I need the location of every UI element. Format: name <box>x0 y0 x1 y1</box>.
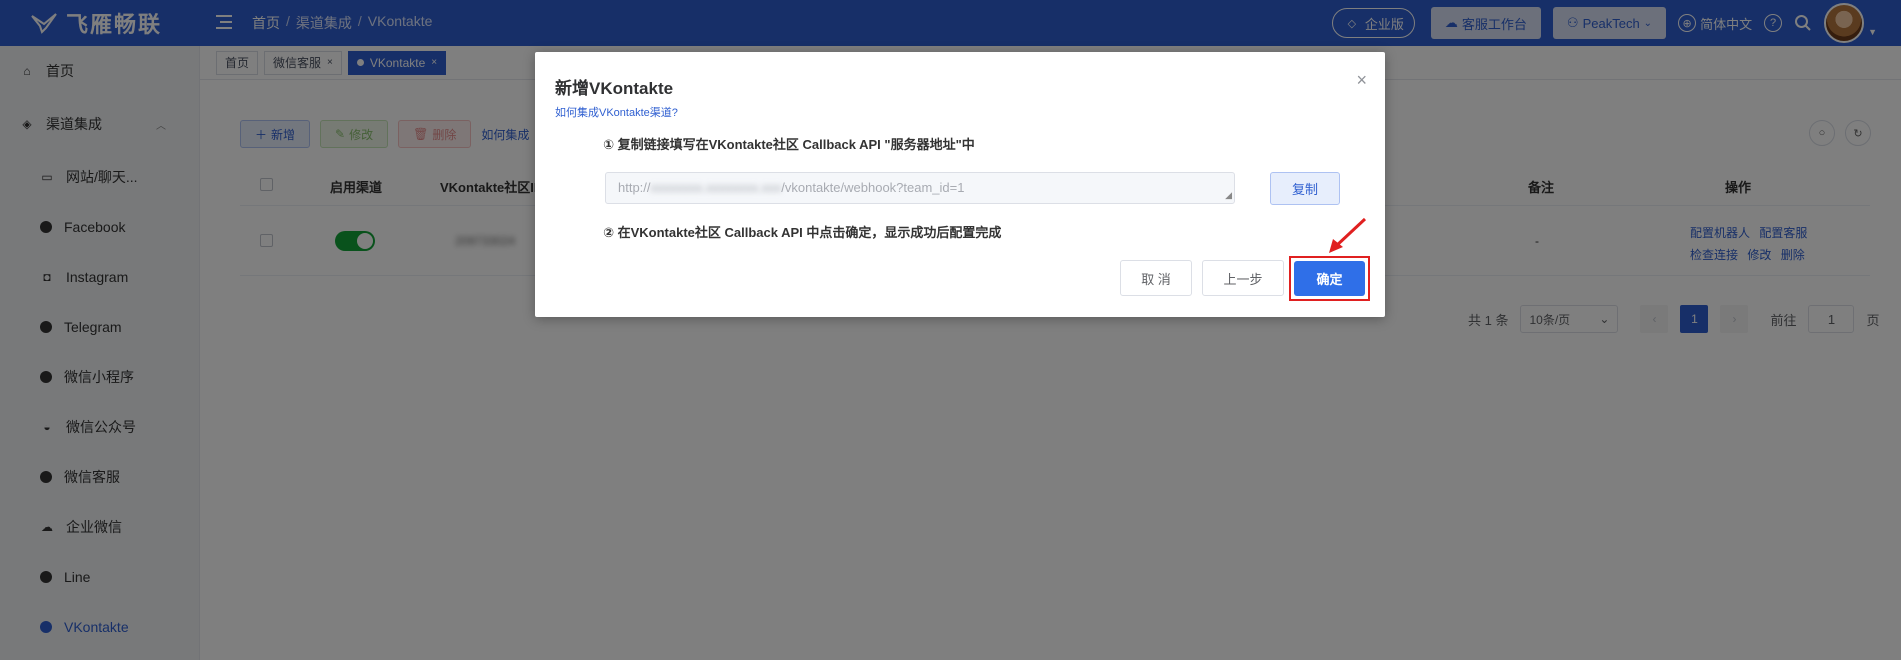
confirm-button[interactable]: 确定 <box>1294 261 1365 296</box>
dialog-title: 新增VKontakte <box>555 79 674 98</box>
step-two-text: ② 在VKontakte社区 Callback API 中点击确定，显示成功后配… <box>603 225 1002 240</box>
step-one-text: ① 复制链接填写在VKontakte社区 Callback API "服务器地址… <box>603 137 975 152</box>
annotation-arrow-icon <box>1329 217 1367 253</box>
close-icon[interactable]: × <box>1356 70 1367 91</box>
previous-step-button[interactable]: 上一步 <box>1202 260 1284 296</box>
webhook-url-field[interactable]: http://xxxxxxxx.xxxxxxxx.xxx/vkontakte/w… <box>605 172 1235 204</box>
redacted-host: xxxxxxxx.xxxxxxxx.xxx <box>650 180 782 195</box>
highlight-box: 确定 <box>1289 256 1370 301</box>
copy-button[interactable]: 复制 <box>1270 172 1340 205</box>
resize-grip-icon[interactable]: ◢ <box>1225 190 1232 201</box>
add-vkontakte-dialog: 新增VKontakte × 如何集成VKontakte渠道? ① 复制链接填写在… <box>535 52 1385 317</box>
integration-help-link[interactable]: 如何集成VKontakte渠道? <box>555 104 678 120</box>
cancel-button[interactable]: 取 消 <box>1120 260 1192 296</box>
